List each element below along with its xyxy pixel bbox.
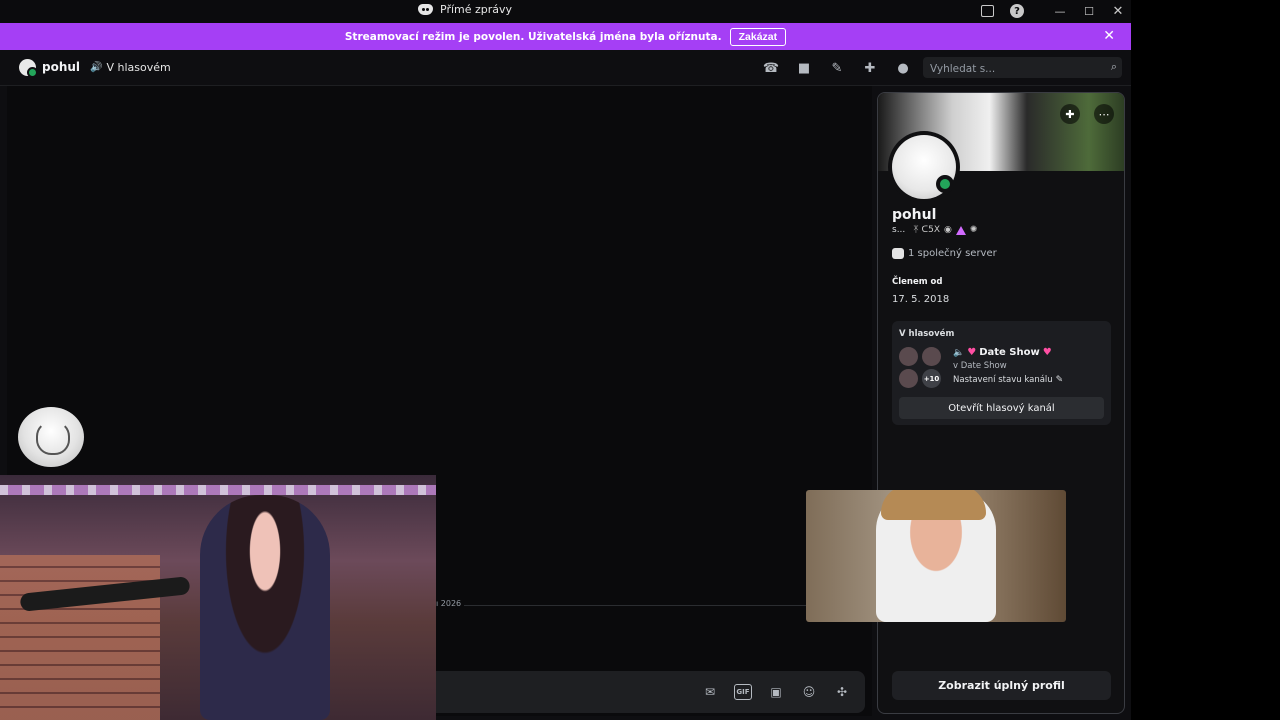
search-icon: ⌕ [1110,60,1117,73]
disable-streamer-mode-button[interactable]: Zakázat [729,27,787,46]
voice-server-name: v Date Show [953,361,1007,371]
avatar[interactable] [18,407,84,467]
webcam-overlay-left [0,475,436,720]
member-since-label: Členem od [892,277,943,287]
avatar[interactable] [19,59,38,78]
gif-icon[interactable]: GIF [734,684,752,700]
gift-icon[interactable]: ✉ [701,684,719,700]
apps-icon[interactable]: ✣ [833,684,851,700]
inbox-icon[interactable] [981,5,994,17]
voice-status-label: V hlasovém [106,61,171,74]
close-window-button[interactable]: ✕ [1111,4,1125,19]
discord-logo-icon [418,4,433,15]
more-options-icon[interactable]: ⋯ [1094,104,1114,124]
dm-header: pohul 🔊 V hlasovém ☎ ■ ✎ ✚ ● ⌕ [0,50,1131,86]
speaker-icon: 🔈 [953,347,965,358]
dm-username[interactable]: pohul [42,60,80,74]
search-input[interactable] [923,58,1093,80]
online-status-icon [936,175,954,193]
help-icon[interactable]: ? [1010,4,1024,18]
profile-avatar[interactable] [888,131,960,203]
badge-triangle-icon[interactable] [955,225,966,235]
date-divider [436,605,862,606]
heart-icon: ♥ [1042,347,1052,358]
title-bar: Přímé zprávy ? — ☐ ✕ [0,0,1131,23]
webcam-person [200,495,330,720]
desktop-background [1131,0,1280,720]
phone-call-icon[interactable]: ☎ [762,59,780,77]
voice-status[interactable]: 🔊 V hlasovém [90,61,171,74]
voice-channel-title: Date Show [979,347,1040,358]
sticker-icon[interactable]: ▣ [767,684,785,700]
avatar [899,347,918,366]
date-divider-text: ı 2026 [436,599,465,608]
view-full-profile-button[interactable]: Zobrazit úplný profil [892,671,1111,700]
badge-gear-icon[interactable]: ✺ [970,225,978,235]
search-box[interactable]: ⌕ [923,57,1122,80]
video-call-icon[interactable]: ■ [795,59,813,77]
voice-participant-avatars: +10 [899,347,945,388]
streamer-mode-banner: Streamovací režim je povolen. Uživatelsk… [0,23,1131,50]
maximize-button[interactable]: ☐ [1082,4,1096,18]
composer-toolbar: ✉ GIF ▣ ☺ ✣ [701,684,851,700]
webcam-overlay-right [806,490,1066,622]
profile-pronoun: s... [892,225,906,235]
webcam-person-hair [881,490,986,520]
window-title-text: Přímé zprávy [440,3,513,16]
server-icon [892,248,904,259]
banner-close-icon[interactable]: ✕ [1103,28,1115,44]
emoji-icon[interactable]: ☺ [800,684,818,700]
window-title: Přímé zprávy [418,3,512,16]
profile-tagline: s... ᛡ ᑕ5Χ ◉ ✺ [892,225,977,235]
profile-username: pohul [892,207,937,223]
webcam-brick-wall [0,555,160,720]
voice-card-label: V hlasovém [899,329,955,339]
mutual-servers[interactable]: 1 společný server [892,248,997,259]
badge-row: ᛡ ᑕ5Χ ◉ ✺ [913,225,977,235]
channel-status-setting[interactable]: Nastavení stavu kanálu ✎ [953,375,1063,385]
pencil-icon: ✎ [1055,375,1064,385]
open-voice-channel-button[interactable]: Otevřít hlasový kanál [899,397,1104,419]
profile-banner-actions: ✚ ⋯ [1060,104,1114,124]
mutual-servers-text: 1 společný server [908,248,997,259]
add-friend-icon[interactable]: ✚ [1060,104,1080,124]
pin-icon[interactable]: ✎ [828,59,846,77]
speaker-icon: 🔊 [90,62,103,73]
user-profile-icon[interactable]: ● [894,59,912,77]
avatar [899,369,918,388]
header-toolbar: ☎ ■ ✎ ✚ ● [762,59,912,77]
banner-message: Streamovací režim je povolen. Uživatelsk… [344,30,722,43]
badge-icon[interactable]: ◉ [944,225,952,235]
member-since-date: 17. 5. 2018 [892,294,950,305]
add-friend-icon[interactable]: ✚ [861,59,879,77]
message-composer[interactable]: ✉ GIF ▣ ☺ ✣ [436,671,865,713]
minimize-button[interactable]: — [1053,4,1067,18]
avatar [922,347,941,366]
heart-icon: ♥ [967,347,977,358]
voice-channel-name: 🔈 ♥ Date Show ♥ [953,347,1052,358]
custom-status-text: ᛡ ᑕ5Χ [913,225,941,235]
webcam-led-lights [0,485,436,495]
more-participants-count: +10 [922,369,941,388]
voice-activity-card: V hlasovém +10 🔈 ♥ Date Show ♥ v Date Sh… [892,321,1111,425]
channel-status-text: Nastavení stavu kanálu [953,375,1053,385]
